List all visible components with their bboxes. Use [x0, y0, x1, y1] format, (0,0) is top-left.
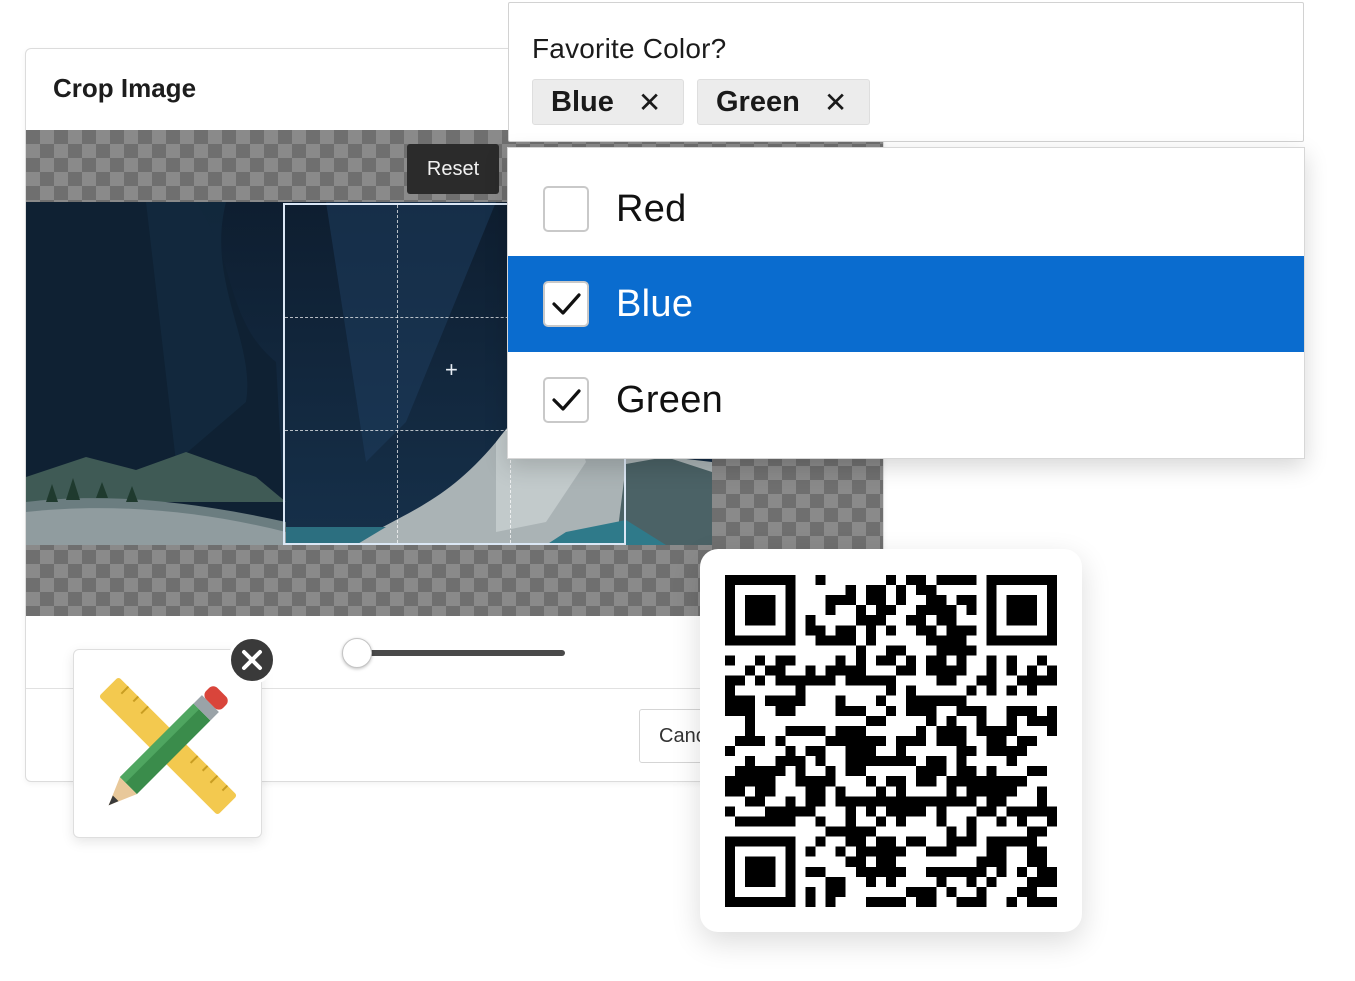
chip-label: Blue — [551, 85, 614, 118]
reset-button[interactable]: Reset — [407, 144, 499, 194]
tools-card[interactable] — [73, 649, 262, 838]
checkbox[interactable] — [543, 186, 589, 232]
option-green[interactable]: Green — [508, 352, 1304, 448]
option-label: Red — [616, 187, 687, 230]
option-red[interactable]: Red — [508, 161, 1304, 257]
close-icon[interactable]: ✕ — [638, 86, 661, 119]
chip-label: Green — [716, 85, 800, 118]
pencil-ruler-icon — [99, 677, 237, 815]
checkmark-icon — [552, 389, 581, 411]
select-label: Favorite Color? — [532, 33, 727, 64]
remove-badge-button[interactable] — [228, 636, 276, 684]
close-icon — [242, 650, 262, 670]
close-icon[interactable]: ✕ — [824, 86, 847, 119]
chip-blue: Blue ✕ — [532, 79, 684, 125]
grid-line — [397, 205, 398, 543]
option-label: Blue — [616, 282, 694, 325]
crosshair-icon: + — [445, 357, 458, 382]
zoom-slider-thumb[interactable] — [342, 638, 372, 668]
option-blue[interactable]: Blue — [508, 256, 1304, 352]
favorite-color-select[interactable]: Favorite Color? Blue ✕ Green ✕ — [508, 2, 1304, 142]
qr-code-card — [700, 549, 1082, 932]
checkmark-icon — [552, 293, 581, 315]
checkbox[interactable] — [543, 377, 589, 423]
dialog-title: Crop Image — [53, 73, 197, 103]
checkbox[interactable] — [543, 281, 589, 327]
zoom-slider-track[interactable] — [361, 650, 565, 656]
option-label: Green — [616, 378, 724, 421]
color-options-list: Red Blue Green — [507, 147, 1305, 459]
chip-green: Green ✕ — [697, 79, 870, 125]
qr-code-icon — [725, 575, 1057, 907]
